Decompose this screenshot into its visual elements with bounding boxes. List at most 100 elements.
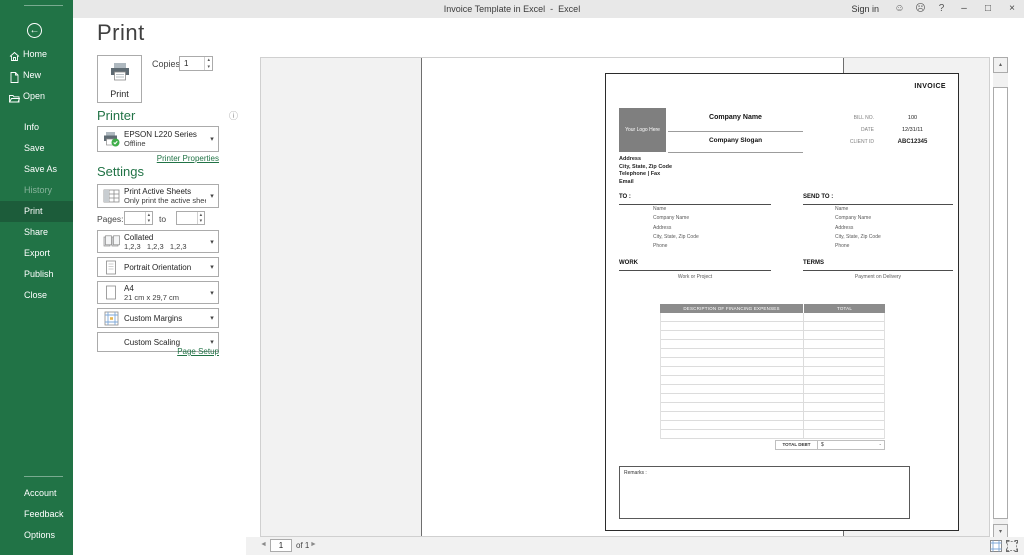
table-cell bbox=[804, 349, 884, 357]
remarks-box: Remarks : bbox=[619, 466, 910, 519]
sidebar-item-label: Export bbox=[24, 248, 50, 258]
vertical-scrollbar[interactable]: ▴ ▾ bbox=[993, 57, 1008, 540]
pages-label: Pages: bbox=[97, 214, 123, 224]
sidebar-item-label: History bbox=[24, 185, 52, 195]
meta-row-client-id: CLIENT ID ABC12345 bbox=[816, 136, 951, 148]
table-cell bbox=[661, 331, 804, 339]
sidebar-item-open[interactable]: Open bbox=[0, 86, 73, 107]
sidebar-item-share[interactable]: Share bbox=[0, 222, 73, 243]
table-cell bbox=[804, 322, 884, 330]
sidebar-item-label: Save As bbox=[24, 164, 57, 174]
chevron-down-icon: ▾ bbox=[206, 263, 218, 271]
terms-value: Payment on Delivery bbox=[803, 274, 953, 280]
scrollbar-thumb[interactable] bbox=[993, 87, 1008, 519]
send-to-line: Name bbox=[835, 205, 881, 214]
chevron-down-icon: ▾ bbox=[206, 338, 218, 346]
date-value: 12/31/11 bbox=[874, 127, 951, 133]
sidebar-item-save[interactable]: Save bbox=[0, 138, 73, 159]
paper-size-dropdown[interactable]: A4 21 cm x 29,7 cm ▾ bbox=[97, 281, 219, 304]
table-cell bbox=[661, 394, 804, 402]
scroll-up-icon[interactable]: ▴ bbox=[993, 57, 1008, 73]
scaling-text: Custom Scaling bbox=[124, 338, 206, 347]
stepper-down-icon[interactable]: ▾ bbox=[205, 64, 212, 71]
table-row bbox=[661, 349, 884, 358]
page-number-input[interactable] bbox=[270, 539, 292, 552]
help-icon[interactable]: ? bbox=[931, 0, 952, 18]
sidebar-item-save-as[interactable]: Save As bbox=[0, 159, 73, 180]
sidebar-item-label: Info bbox=[24, 122, 39, 132]
meta-row-bill-no: BILL NO. 100 bbox=[816, 112, 951, 124]
stepper-down-icon[interactable]: ▾ bbox=[146, 218, 152, 224]
close-button[interactable]: × bbox=[1000, 0, 1024, 18]
table-cell bbox=[804, 340, 884, 348]
preview-page: INVOICE Your Logo Here Company Name Comp… bbox=[421, 57, 844, 537]
table-row bbox=[661, 412, 884, 421]
to-line: Address bbox=[653, 224, 699, 233]
table-cell bbox=[661, 376, 804, 384]
minimize-button[interactable]: – bbox=[952, 0, 976, 18]
sidebar-item-new[interactable]: New bbox=[0, 65, 73, 86]
logo-placeholder: Your Logo Here bbox=[619, 108, 666, 152]
address-line: Email bbox=[619, 179, 672, 187]
preview-view-controls bbox=[990, 540, 1018, 552]
stepper-down-icon[interactable]: ▾ bbox=[198, 218, 204, 224]
sidebar-item-label: Open bbox=[23, 91, 45, 101]
feedback-frown-icon[interactable]: ☹ bbox=[910, 0, 931, 18]
printer-dropdown[interactable]: EPSON L220 Series Offline ▾ bbox=[97, 126, 219, 152]
expenses-table: DESCRIPTION OF FINANCING EXPENSES TOTAL bbox=[660, 304, 885, 439]
chevron-down-icon: ▾ bbox=[206, 135, 218, 143]
sidebar-item-close[interactable]: Close bbox=[0, 285, 73, 306]
sidebar-item-print[interactable]: Print bbox=[0, 201, 73, 222]
sidebar-item-feedback[interactable]: Feedback bbox=[0, 504, 73, 525]
sidebar-item-history: History bbox=[0, 180, 73, 201]
invoice-meta: BILL NO. 100 DATE 12/31/11 CLIENT ID ABC… bbox=[816, 112, 951, 148]
pages-from-input[interactable] bbox=[125, 212, 145, 224]
sidebar-item-options[interactable]: Options bbox=[0, 525, 73, 546]
table-cell bbox=[661, 385, 804, 393]
orientation-value: Portrait Orientation bbox=[124, 263, 206, 272]
print-button[interactable]: Print bbox=[97, 55, 142, 103]
page-setup-link[interactable]: Page Setup bbox=[97, 347, 219, 356]
meta-row-date: DATE 12/31/11 bbox=[816, 124, 951, 136]
table-row bbox=[661, 313, 884, 322]
back-icon[interactable]: ← bbox=[27, 23, 42, 38]
to-line: Company Name bbox=[653, 214, 699, 223]
table-body bbox=[660, 313, 885, 439]
table-cell bbox=[661, 358, 804, 366]
sidebar-item-publish[interactable]: Publish bbox=[0, 264, 73, 285]
previous-page-icon[interactable]: ◄ bbox=[260, 541, 267, 548]
sidebar-item-export[interactable]: Export bbox=[0, 243, 73, 264]
chevron-down-icon: ▾ bbox=[206, 314, 218, 322]
maximize-button[interactable]: □ bbox=[976, 0, 1000, 18]
collation-line2: 1,2,3 1,2,3 1,2,3 bbox=[124, 242, 206, 251]
table-cell bbox=[804, 313, 884, 321]
sidebar-item-account[interactable]: Account bbox=[0, 483, 73, 504]
show-margins-icon[interactable] bbox=[990, 540, 1002, 552]
collation-dropdown[interactable]: Collated 1,2,3 1,2,3 1,2,3 ▾ bbox=[97, 230, 219, 253]
send-to-heading: SEND TO : bbox=[803, 194, 833, 200]
orientation-dropdown[interactable]: Portrait Orientation ▾ bbox=[97, 257, 219, 277]
sidebar-item-home[interactable]: Home bbox=[0, 44, 73, 65]
table-row bbox=[661, 358, 884, 367]
table-header-row: DESCRIPTION OF FINANCING EXPENSES TOTAL bbox=[660, 304, 885, 313]
zoom-to-page-icon[interactable] bbox=[1006, 540, 1018, 552]
sidebar-item-info[interactable]: Info bbox=[0, 117, 73, 138]
chevron-down-icon: ▾ bbox=[206, 238, 218, 246]
copies-input[interactable] bbox=[180, 57, 204, 70]
new-document-icon bbox=[9, 70, 20, 81]
send-to-line: City, State, Zip Code bbox=[835, 233, 881, 242]
sign-in-button[interactable]: Sign in bbox=[841, 0, 889, 18]
table-cell bbox=[804, 331, 884, 339]
pages-to-input[interactable] bbox=[177, 212, 197, 224]
table-row bbox=[661, 322, 884, 331]
active-sheets-icon bbox=[98, 189, 124, 203]
info-icon[interactable]: ⓘ bbox=[229, 109, 238, 122]
table-cell bbox=[804, 358, 884, 366]
printer-properties-link[interactable]: Printer Properties bbox=[97, 154, 219, 163]
to-details: Name Company Name Address City, State, Z… bbox=[653, 205, 699, 251]
print-what-dropdown[interactable]: Print Active Sheets Only print the activ… bbox=[97, 184, 219, 208]
margins-dropdown[interactable]: Custom Margins ▾ bbox=[97, 308, 219, 328]
sidebar-item-label: Publish bbox=[24, 269, 54, 279]
feedback-smile-icon[interactable]: ☺ bbox=[889, 0, 910, 18]
next-page-icon[interactable]: ► bbox=[310, 541, 317, 548]
